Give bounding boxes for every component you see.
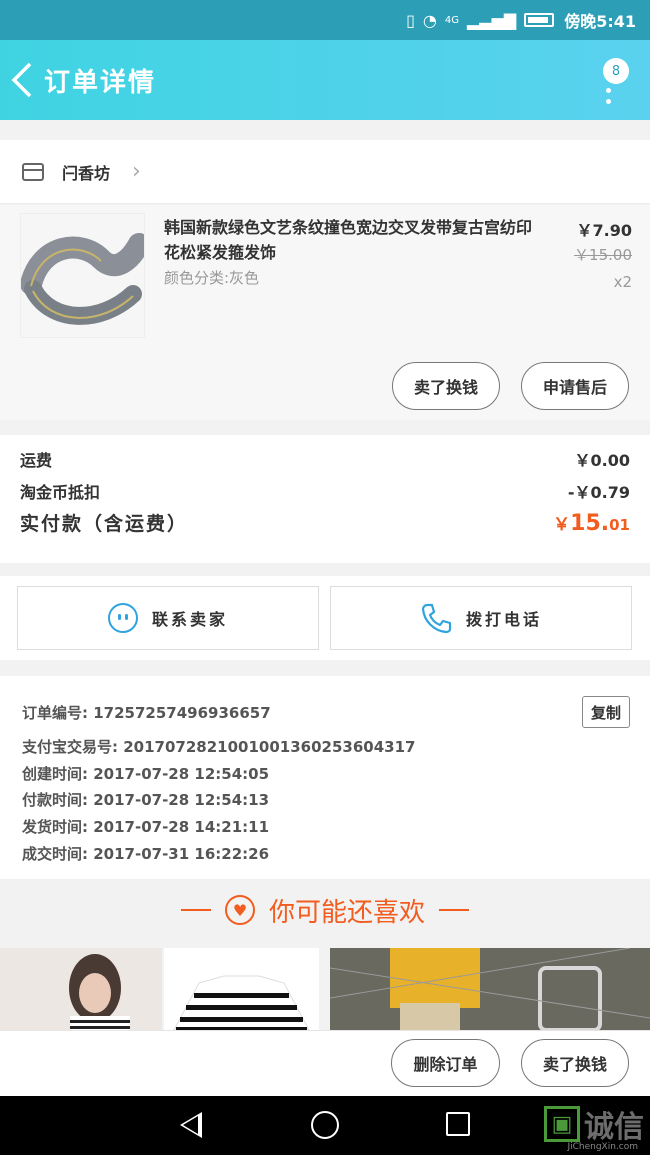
alipay-label: 支付宝交易号:	[22, 738, 124, 756]
recents-square-icon[interactable]	[446, 1112, 470, 1136]
heart-icon: ♥	[224, 895, 255, 925]
status-icons: ▯ ◔ 4G ▂▃▅▇	[406, 10, 555, 30]
recommend-title: 你可能还喜欢	[268, 897, 425, 928]
total-integer: 15.	[570, 511, 610, 536]
more-menu-button[interactable]: 8	[588, 58, 629, 118]
watermark-logo: ▣ 诚信 JiChengXin.com	[544, 1102, 644, 1152]
created-line: 创建时间: 2017-07-28 12:54:05	[22, 763, 269, 784]
shipped-line: 发货时间: 2017-07-28 14:21:11	[22, 816, 269, 837]
paid-time: 2017-07-28 12:54:13	[93, 791, 270, 809]
total-row: 实付款（含运费） ￥15.01	[20, 509, 630, 536]
recommend-item-3[interactable]	[330, 948, 650, 1030]
product-spec: 颜色分类:灰色	[164, 269, 260, 287]
total-label: 实付款（含运费）	[20, 513, 189, 535]
alipay-line: 支付宝交易号: 2017072821001001360253604317	[22, 736, 415, 757]
chevron-right-icon: ›	[132, 159, 141, 184]
product-price: ￥7.90	[576, 221, 632, 240]
shipped-label: 发货时间:	[22, 818, 94, 836]
recommend-item-1[interactable]	[0, 948, 162, 1030]
shipping-label: 运费	[20, 451, 53, 470]
order-number-label: 订单编号:	[22, 704, 94, 722]
order-info: 订单编号: 17257257496936657 复制 支付宝交易号: 20170…	[0, 676, 650, 879]
back-button[interactable]	[0, 40, 44, 120]
product-quantity: x2	[613, 273, 632, 291]
battery-icon	[524, 13, 555, 27]
product-name: 韩国新款绿色文艺条纹撞色宽边交叉发带复古宫纺印花松紧发箍发饰	[164, 218, 533, 262]
divider-left	[180, 909, 211, 911]
back-triangle-icon[interactable]	[180, 1112, 202, 1138]
chat-icon	[107, 603, 138, 633]
watermark-text: 诚信	[584, 1110, 644, 1145]
created-label: 创建时间:	[22, 765, 94, 783]
total-value: ￥15.01	[553, 510, 630, 536]
coin-deduction-row: 淘金币抵扣 -￥0.79	[20, 479, 630, 503]
shipped-time: 2017-07-28 14:21:11	[93, 818, 270, 836]
status-time: 傍晚5:41	[564, 12, 636, 31]
shop-name: 闩香坊	[62, 163, 111, 183]
divider-right	[439, 909, 469, 911]
fee-summary: 运费 ￥0.00 淘金币抵扣 -￥0.79 实付款（含运费） ￥15.01	[0, 435, 650, 563]
shipping-row: 运费 ￥0.00	[20, 447, 630, 471]
contact-seller-label: 联系卖家	[151, 610, 228, 629]
shipping-value: ￥0.00	[574, 451, 630, 470]
contact-seller-button[interactable]: 联系卖家	[17, 586, 319, 650]
chevron-left-icon	[11, 62, 32, 98]
after-sale-button[interactable]: 申请售后	[521, 362, 629, 410]
bottom-resell-button[interactable]: 卖了换钱	[521, 1039, 629, 1087]
delete-order-button[interactable]: 删除订单	[391, 1039, 500, 1087]
system-nav-bar: ▣ 诚信 JiChengXin.com	[0, 1096, 650, 1155]
created-time: 2017-07-28 12:54:05	[93, 765, 270, 783]
phone-icon	[421, 603, 452, 634]
header-bar: 订单详情 8	[0, 40, 650, 120]
network-label: 4G	[444, 14, 459, 26]
paid-label: 付款时间:	[22, 791, 94, 809]
product-original-price: ￥15.00	[574, 246, 632, 264]
product-item[interactable]: 韩国新款绿色文艺条纹撞色宽边交叉发带复古宫纺印花松紧发箍发饰 颜色分类:灰色 ￥…	[0, 205, 650, 420]
status-bar: ▯ ◔ 4G ▂▃▅▇ 傍晚5:41	[0, 0, 650, 40]
wifi-icon: ◔	[422, 10, 437, 30]
call-phone-button[interactable]: 拨打电话	[330, 586, 632, 650]
bottom-action-bar: 删除订单 卖了换钱	[0, 1030, 650, 1096]
notification-badge: 8	[603, 58, 629, 84]
copy-button[interactable]: 复制	[582, 696, 630, 728]
resell-button[interactable]: 卖了换钱	[392, 362, 500, 410]
shop-row[interactable]: 闩香坊 ›	[0, 140, 650, 204]
coin-value: -￥0.79	[567, 483, 630, 502]
total-decimal: 01	[609, 516, 630, 534]
page-title: 订单详情	[44, 67, 157, 98]
watermark-icon: ▣	[544, 1106, 580, 1142]
vibrate-icon: ▯	[406, 10, 415, 30]
recommend-header: ♥ 你可能还喜欢	[0, 880, 650, 940]
watermark-url: JiChengXin.com	[567, 1142, 638, 1152]
order-number: 17257257496936657	[93, 704, 271, 722]
recommend-grid	[0, 948, 650, 1030]
home-circle-icon[interactable]	[311, 1111, 339, 1139]
contact-actions: 联系卖家 拨打电话	[0, 576, 650, 660]
call-phone-label: 拨打电话	[465, 610, 542, 629]
alipay-number: 2017072821001001360253604317	[123, 738, 416, 756]
recommend-item-2[interactable]	[164, 948, 319, 1030]
shop-icon	[22, 162, 44, 181]
product-image	[20, 213, 145, 338]
order-number-line: 订单编号: 17257257496936657	[22, 702, 271, 723]
coin-label: 淘金币抵扣	[20, 483, 101, 502]
signal-icon: ▂▃▅▇	[466, 10, 517, 30]
completed-line: 成交时间: 2017-07-31 16:22:26	[22, 843, 269, 864]
completed-time: 2017-07-31 16:22:26	[93, 845, 270, 863]
paid-line: 付款时间: 2017-07-28 12:54:13	[22, 789, 269, 810]
total-currency: ￥	[553, 515, 571, 535]
more-vertical-icon	[605, 88, 611, 104]
completed-label: 成交时间:	[22, 845, 94, 863]
